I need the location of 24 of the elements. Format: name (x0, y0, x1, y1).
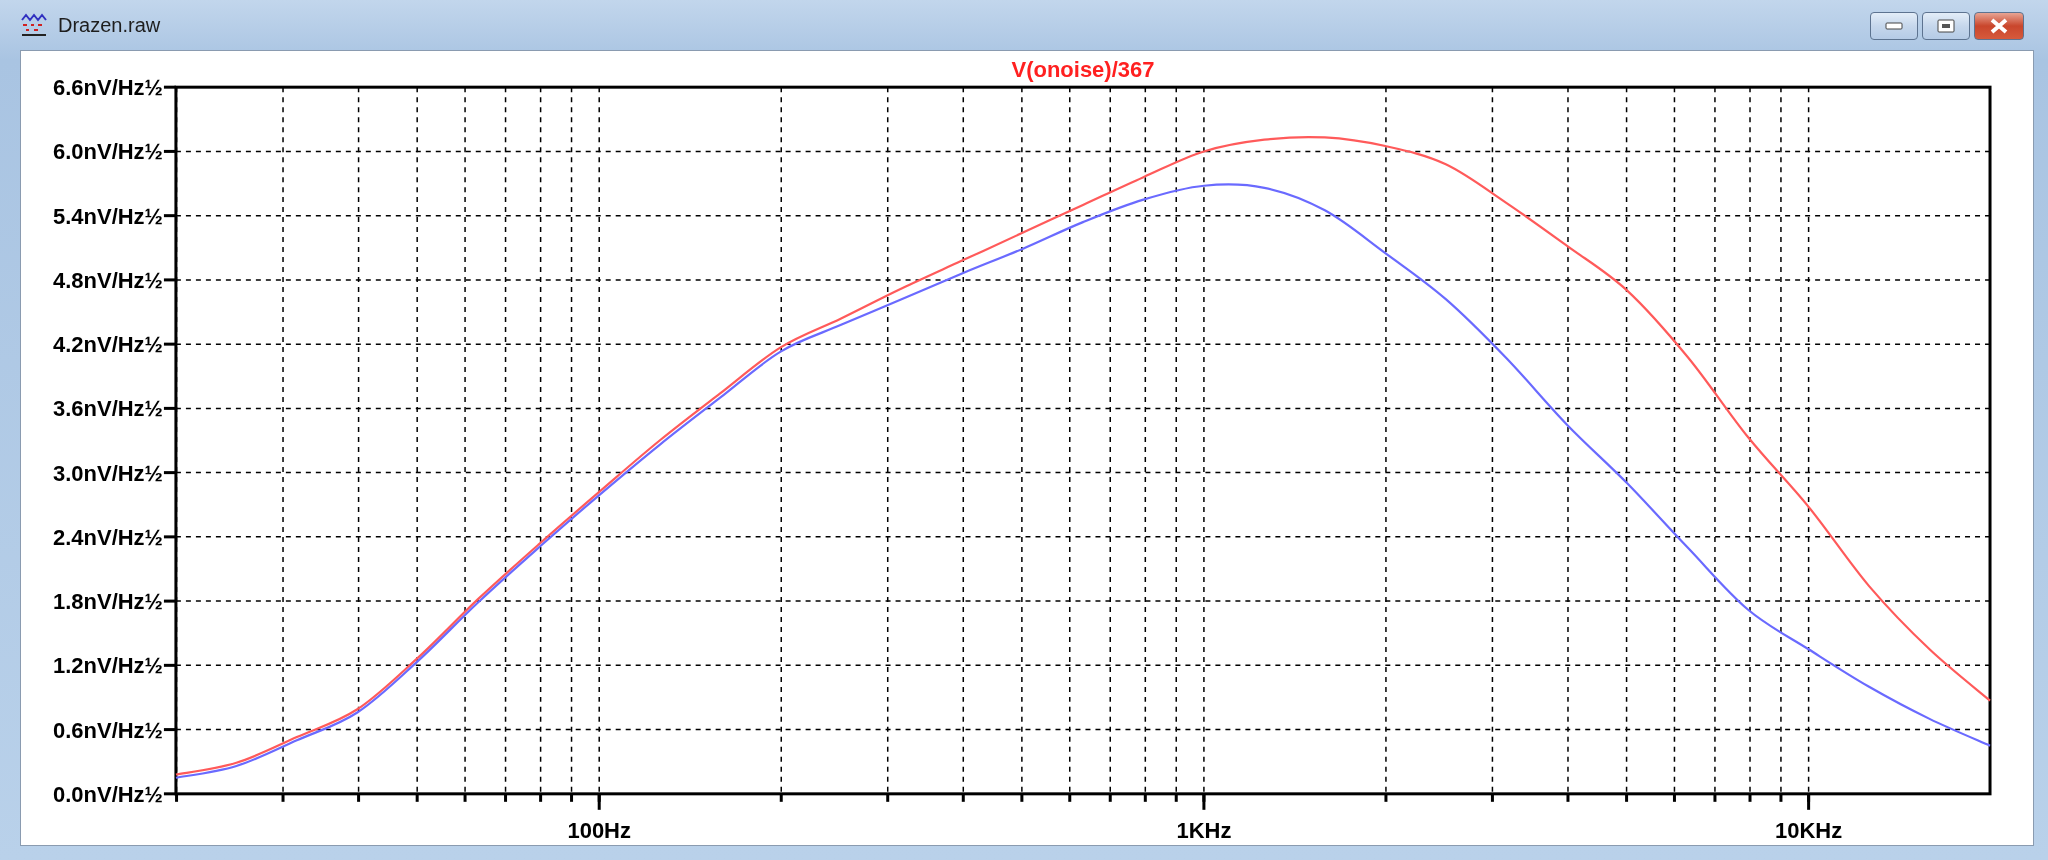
minimize-button[interactable] (1870, 12, 1918, 40)
y-axis-label: 1.2nV/Hz½ (53, 653, 163, 679)
y-axis-label: 3.0nV/Hz½ (53, 460, 163, 486)
window-title: Drazen.raw (58, 13, 162, 37)
x-axis-label: 1KHz (1176, 817, 1232, 843)
x-axis-label: 100Hz (567, 817, 631, 843)
y-axis-label: 2.4nV/Hz½ (53, 524, 163, 550)
maximize-button[interactable] (1922, 12, 1970, 40)
minimize-icon (1885, 22, 1903, 30)
close-button[interactable] (1974, 12, 2024, 40)
close-icon (1989, 18, 2009, 34)
y-axis-label: 5.4nV/Hz½ (53, 203, 163, 229)
y-axis-label: 6.0nV/Hz½ (53, 139, 163, 165)
y-axis-label: 6.6nV/Hz½ (53, 75, 163, 101)
y-axis-label: 0.6nV/Hz½ (53, 717, 163, 743)
waveform-app-icon (20, 12, 48, 38)
maximize-icon (1937, 19, 1955, 33)
x-axis-label: 10KHz (1775, 817, 1843, 843)
y-axis-label: 3.6nV/Hz½ (53, 396, 163, 422)
y-axis-label: 4.8nV/Hz½ (53, 267, 163, 293)
y-axis-label: 0.0nV/Hz½ (53, 781, 163, 807)
y-axis-label: 1.8nV/Hz½ (53, 589, 163, 615)
chart-title: V(onoise)/367 (1011, 57, 1155, 83)
y-axis-label: 4.2nV/Hz½ (53, 332, 163, 358)
